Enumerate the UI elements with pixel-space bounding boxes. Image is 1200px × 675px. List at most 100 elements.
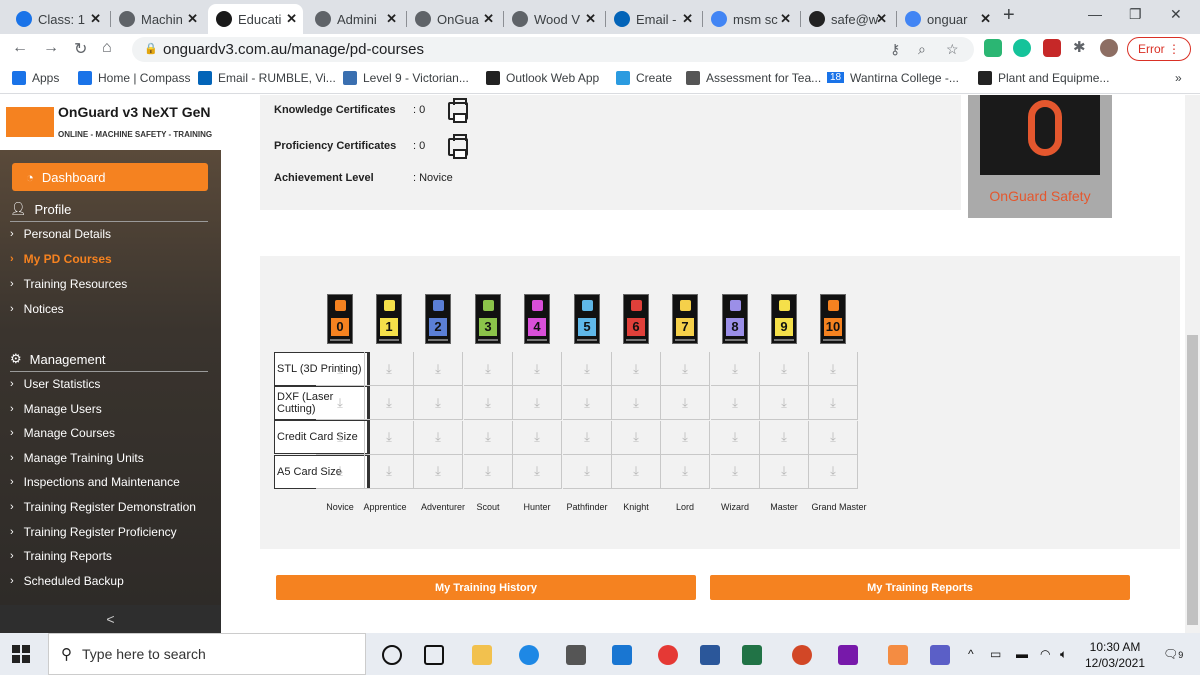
download-icon[interactable]: ⤓ [435,395,441,411]
download-icon[interactable]: ⤓ [682,429,688,445]
browser-tab[interactable]: Educati ✕ [208,4,303,34]
wifi-icon[interactable]: ◠ [1040,647,1050,661]
download-icon[interactable]: ⤓ [337,429,343,445]
browser-tab[interactable]: Email - ✕ [606,4,699,34]
more-bookmarks-icon[interactable]: » [1175,71,1182,85]
sidebar-item[interactable]: › Manage Users [10,402,102,416]
download-icon[interactable]: ⤓ [633,463,639,479]
bookmark-item[interactable]: Create [616,71,672,85]
download-cell[interactable]: ⤓ [612,386,661,421]
browser-tab[interactable]: Class: 1 ✕ [8,4,107,34]
download-cell[interactable]: ⤓ [809,386,858,421]
collapse-sidebar-icon[interactable]: < [0,605,221,633]
download-cell[interactable]: ⤓ [711,352,760,386]
extension-red-icon[interactable] [1043,39,1061,57]
close-tab-icon[interactable]: ✕ [780,11,791,27]
download-cell[interactable]: ⤓ [316,454,365,489]
download-icon[interactable]: ⤓ [534,463,540,479]
sidebar-item[interactable]: › Manage Training Units [10,451,144,465]
cortana-icon[interactable] [382,645,402,665]
star-icon[interactable]: ☆ [946,41,959,58]
close-tab-icon[interactable]: ✕ [187,11,198,27]
download-cell[interactable]: ⤓ [760,386,809,421]
download-icon[interactable]: ⤓ [386,361,392,377]
download-cell[interactable]: ⤓ [513,454,562,489]
my-training-history-button[interactable]: My Training History [276,575,696,600]
download-icon[interactable]: ⤓ [830,361,836,377]
browser-tab[interactable]: safe@w ✕ [801,4,893,34]
close-tab-icon[interactable]: ✕ [682,11,693,27]
download-icon[interactable]: ⤓ [534,361,540,377]
download-cell[interactable]: ⤓ [661,454,710,489]
download-cell[interactable]: ⤓ [365,386,414,421]
error-button[interactable]: Error ⋮ [1127,37,1191,61]
download-icon[interactable]: ⤓ [633,429,639,445]
download-cell[interactable]: ⤓ [464,352,513,386]
download-icon[interactable]: ⤓ [435,429,441,445]
chrome-taskbar-icon[interactable] [658,645,678,665]
download-icon[interactable]: ⤓ [534,429,540,445]
teams-icon[interactable] [930,645,950,665]
mail-app-icon[interactable] [612,645,632,665]
battery-icon[interactable]: ▬ [1016,647,1028,661]
powerpoint-icon[interactable] [792,645,812,665]
tray-app-icon[interactable]: ▭ [990,647,1001,661]
download-icon[interactable]: ⤓ [337,463,343,479]
download-cell[interactable]: ⤓ [414,454,463,489]
download-icon[interactable]: ⤓ [682,395,688,411]
download-icon[interactable]: ⤓ [830,429,836,445]
download-icon[interactable]: ⤓ [633,361,639,377]
download-icon[interactable]: ⤓ [732,361,738,377]
sidebar-item[interactable]: › Scheduled Backup [10,574,124,588]
download-icon[interactable]: ⤓ [584,395,590,411]
store-icon[interactable] [566,645,586,665]
download-cell[interactable]: ⤓ [612,454,661,489]
download-icon[interactable]: ⤓ [386,429,392,445]
download-cell[interactable]: ⤓ [414,420,463,455]
download-icon[interactable]: ⤓ [534,395,540,411]
download-icon[interactable]: ⤓ [584,429,590,445]
bookmark-item[interactable]: Wantirna College -... [850,71,959,85]
download-icon[interactable]: ⤓ [781,463,787,479]
sidebar-item[interactable]: › Training Reports [10,549,112,563]
download-cell[interactable]: ⤓ [661,352,710,386]
dashboard-button[interactable]: ◔ Dashboard [12,163,208,191]
download-cell[interactable]: ⤓ [760,454,809,489]
download-cell[interactable]: ⤓ [760,420,809,455]
word-icon[interactable] [700,645,720,665]
close-tab-icon[interactable]: ✕ [386,11,397,27]
download-icon[interactable]: ⤓ [584,361,590,377]
close-window-icon[interactable]: ✕ [1170,6,1182,23]
taskbar-search-box[interactable]: ⚲ Type here to search [48,633,366,675]
download-cell[interactable]: ⤓ [563,352,612,386]
download-cell[interactable]: ⤓ [661,386,710,421]
download-icon[interactable]: ⤓ [485,395,491,411]
windows-start-icon[interactable] [12,645,30,663]
close-tab-icon[interactable]: ✕ [286,11,297,27]
download-icon[interactable]: ⤓ [485,429,491,445]
file-explorer-icon[interactable] [472,645,492,665]
forward-icon[interactable]: → [43,39,59,57]
my-training-reports-button[interactable]: My Training Reports [710,575,1130,600]
browser-tab[interactable]: Admini ✕ [307,4,403,34]
browser-tab[interactable]: Wood V ✕ [504,4,602,34]
sidebar-item[interactable]: › Training Register Proficiency [10,525,177,539]
download-cell[interactable]: ⤓ [513,420,562,455]
forms-icon[interactable] [888,645,908,665]
download-cell[interactable]: ⤓ [365,352,414,386]
print-proficiency-icon[interactable] [448,134,468,159]
download-icon[interactable]: ⤓ [732,429,738,445]
onenote-icon[interactable] [838,645,858,665]
download-cell[interactable]: ⤓ [464,420,513,455]
download-cell[interactable]: ⤓ [563,454,612,489]
download-cell[interactable]: ⤓ [661,420,710,455]
sidebar-item[interactable]: › Training Register Demonstration [10,500,196,514]
edge-icon[interactable] [519,645,539,665]
sidebar-item[interactable]: › Manage Courses [10,426,115,440]
download-icon[interactable]: ⤓ [732,463,738,479]
bookmark-item[interactable]: Assessment for Tea... [686,71,821,85]
download-icon[interactable]: ⤓ [435,463,441,479]
notification-center-icon[interactable]: 🗨︎9 [1163,647,1183,661]
download-icon[interactable]: ⤓ [337,361,343,377]
sidebar-item[interactable]: › Notices [10,302,64,316]
